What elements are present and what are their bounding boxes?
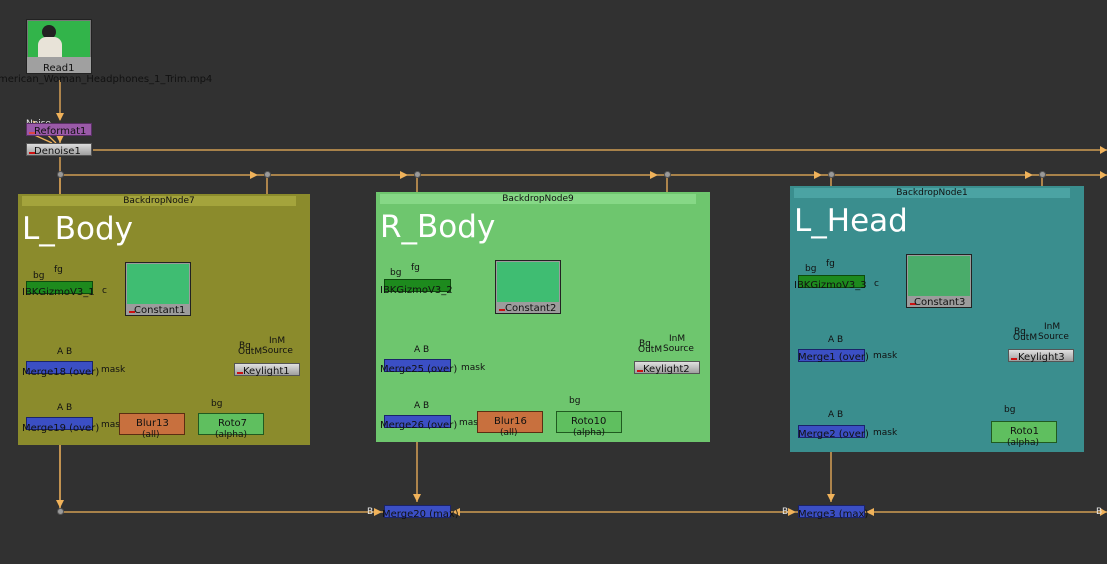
dot-trunk-top[interactable]: [57, 171, 64, 178]
roto7-channels: (alpha): [215, 430, 247, 440]
read-thumbnail: [28, 21, 90, 59]
roto1-node-name: Roto1: [1010, 426, 1040, 437]
ibk2-node-name: IBKGizmoV3_2: [380, 285, 453, 296]
merge25-mask-input: mask: [461, 363, 486, 373]
merge1-node-name: Merge1 (over): [798, 352, 869, 363]
merge25-node-name: Merge25 (over): [380, 364, 458, 375]
reformat-node-name: Reformat1: [34, 126, 87, 137]
merge25-a-input: A: [414, 345, 421, 355]
roto7-bg-input: bg: [211, 399, 223, 409]
merge19-a-input: A: [57, 403, 64, 413]
blur13-node-name: Blur13: [136, 418, 169, 429]
ibk1-c-input: c: [102, 286, 107, 296]
roto10-channels: (alpha): [573, 428, 605, 438]
keylight2-source-input: Source: [663, 344, 694, 354]
constant2-node-name: Constant2: [505, 303, 557, 314]
keylight1-node-name: Keylight1: [243, 366, 290, 377]
read-node[interactable]: Read1: [26, 19, 92, 74]
roto10-bg-input: bg: [569, 396, 581, 406]
backdrop-label: R_Body: [380, 209, 496, 245]
dot-lhead-input[interactable]: [828, 171, 835, 178]
keylight2-node-name: Keylight2: [643, 364, 690, 375]
read-file-name: merican_Woman_Headphones_1_Trim.mp4: [0, 74, 213, 85]
keylight3-outm-input: OutM: [1013, 333, 1038, 343]
constant2-swatch: [497, 262, 559, 302]
woman-body-icon: [38, 37, 62, 59]
keylight2-outm-input: OutM: [638, 345, 663, 355]
constant3-swatch: [908, 256, 970, 296]
merge18-b-input: B: [66, 347, 73, 357]
ibk1-node-name: IBKGizmoV3_1: [22, 287, 95, 298]
ibk2-fg-input: fg: [411, 263, 420, 273]
merge26-b-input: B: [423, 401, 430, 411]
merge2-node-name: Merge2 (over): [798, 429, 869, 440]
merge19-b-input: B: [66, 403, 73, 413]
backdrop-label: L_Body: [22, 211, 134, 247]
read-node-name: Read1: [43, 63, 75, 74]
merge1-mask-input: mask: [873, 351, 898, 361]
dot-rbody-source[interactable]: [664, 171, 671, 178]
constant1-swatch: [127, 264, 189, 304]
keylight1-inm-input: InM: [269, 336, 286, 346]
merge25-b-input: B: [423, 345, 430, 355]
keylight2-inm-input: InM: [669, 334, 686, 344]
ibk3-c-input: c: [874, 279, 879, 289]
right-b-input: B: [1096, 507, 1103, 517]
backdrop-id: BackdropNode7: [123, 196, 195, 206]
merge1-b-input: B: [837, 335, 844, 345]
dot-bottom-left[interactable]: [57, 508, 64, 515]
denoise-node-name: Denoise1: [34, 146, 81, 157]
merge18-a-input: A: [57, 347, 64, 357]
dot-rbody-input[interactable]: [414, 171, 421, 178]
roto7-node-name: Roto7: [218, 418, 248, 429]
dot-lhead-source[interactable]: [1039, 171, 1046, 178]
ibk1-bg-input: bg: [33, 271, 45, 281]
merge19-node-name: Merge19 (over): [22, 423, 100, 434]
blur13-channels: (all): [142, 430, 160, 440]
merge3-node-name: Merge3 (max): [798, 509, 869, 520]
ibk2-bg-input: bg: [390, 268, 402, 278]
roto1-channels: (alpha): [1007, 438, 1039, 448]
roto10-node-name: Roto10: [571, 416, 607, 427]
merge2-mask-input: mask: [873, 428, 898, 438]
merge26-node-name: Merge26 (over): [380, 420, 458, 431]
blur16-channels: (all): [500, 428, 518, 438]
constant1-node-name: Constant1: [134, 305, 186, 316]
merge18-node-name: Merge18 (over): [22, 367, 100, 378]
keylight3-source-input: Source: [1038, 332, 1069, 342]
backdrop-label: L_Head: [794, 203, 908, 239]
keylight3-mark: [1011, 358, 1017, 360]
merge3-b-input: B: [782, 507, 789, 517]
merge20-node-name: Merge20 (max): [382, 509, 459, 520]
merge26-a-input: A: [414, 401, 421, 411]
backdrop-id: BackdropNode9: [502, 194, 574, 204]
merge2-a-input: A: [828, 410, 835, 420]
merge1-a-input: A: [828, 335, 835, 345]
dot-lbody-source[interactable]: [264, 171, 271, 178]
keylight3-node-name: Keylight3: [1018, 352, 1065, 363]
ibk1-fg-input: fg: [54, 265, 63, 275]
ibk3-fg-input: fg: [826, 259, 835, 269]
constant3-node-name: Constant3: [914, 297, 966, 308]
keylight1-source-input: Source: [262, 346, 293, 356]
blur16-node-name: Blur16: [494, 416, 527, 427]
merge2-b-input: B: [837, 410, 844, 420]
roto1-bg-input: bg: [1004, 405, 1016, 415]
keylight1-outm-input: OutM: [238, 347, 263, 357]
ibk3-bg-input: bg: [805, 264, 817, 274]
keylight3-inm-input: InM: [1044, 322, 1061, 332]
backdrop-id: BackdropNode1: [896, 188, 968, 198]
ibk3-node-name: IBKGizmoV3_3: [794, 280, 867, 291]
merge20-b-input: B: [367, 507, 374, 517]
merge18-mask-input: mask: [101, 365, 126, 375]
